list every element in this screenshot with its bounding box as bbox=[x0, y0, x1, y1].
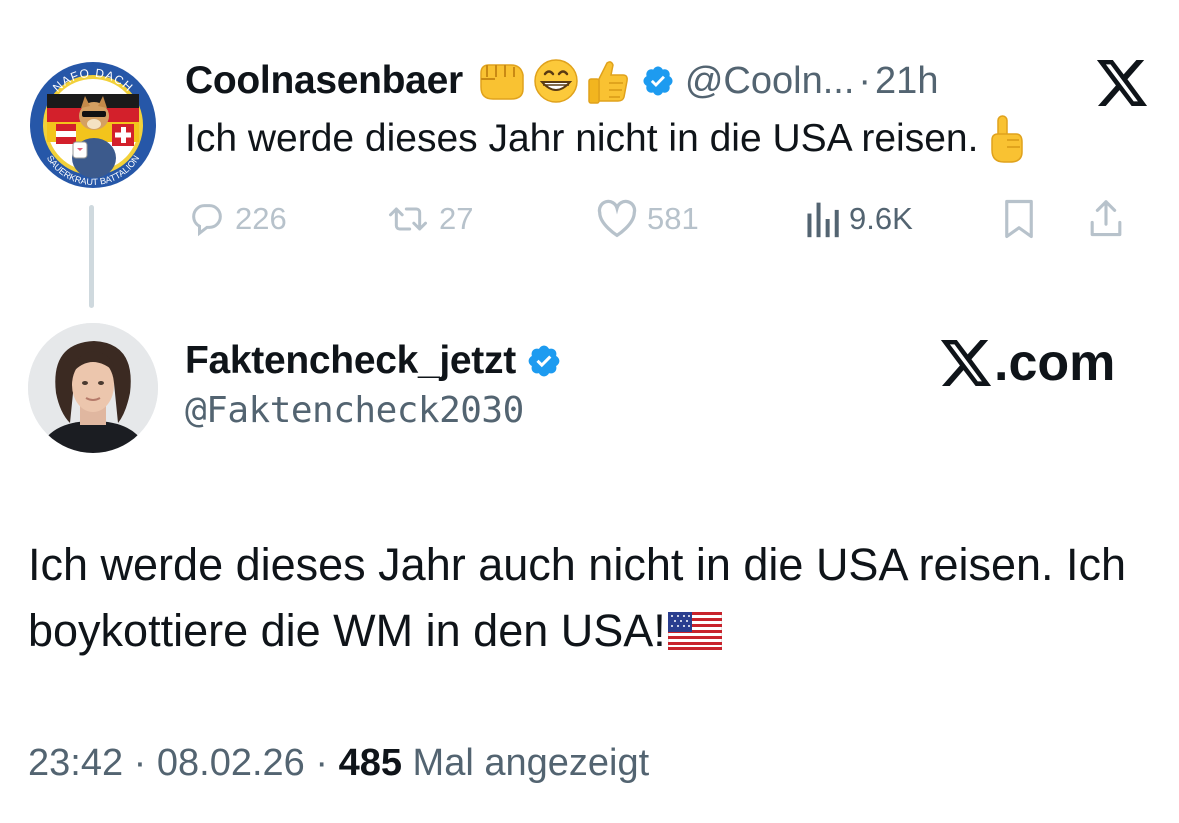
separator-dot: · bbox=[315, 742, 329, 784]
bookmark-button[interactable] bbox=[1001, 198, 1087, 240]
index-pointing-up-emoji bbox=[986, 114, 1024, 164]
thread-connector-line bbox=[89, 205, 94, 308]
x-com-watermark: .com bbox=[940, 334, 1115, 392]
reply-tweet-body: Ich werde dieses Jahr auch nicht in die … bbox=[28, 539, 1127, 656]
fist-emoji bbox=[475, 59, 527, 103]
reply-tweet-text: Ich werde dieses Jahr auch nicht in die … bbox=[28, 532, 1148, 668]
like-count: 581 bbox=[647, 201, 699, 236]
views-button[interactable]: 9.6K bbox=[803, 199, 1001, 239]
bookmark-icon bbox=[1005, 199, 1033, 239]
reply-icon bbox=[192, 204, 222, 237]
x-logo-icon bbox=[940, 340, 992, 386]
reply-header: Faktencheck_jetzt bbox=[185, 336, 562, 386]
parent-tweet-text: Ich werde dieses Jahr nicht in die USA r… bbox=[185, 114, 1024, 164]
verified-badge-icon[interactable] bbox=[526, 343, 562, 379]
reply-time[interactable]: 23:42 bbox=[28, 742, 123, 784]
reply-meta: 23:42 · 08.02.26 · 485 Mal angezeigt bbox=[28, 742, 649, 785]
us-flag-emoji bbox=[667, 602, 723, 668]
verified-badge-icon[interactable] bbox=[641, 64, 675, 98]
parent-tweet-body: Ich werde dieses Jahr nicht in die USA r… bbox=[185, 117, 979, 160]
parent-tweet-header: Coolnasenbaer @Cooln... · 21h bbox=[185, 58, 938, 104]
reply-handle[interactable]: @Faktencheck2030 bbox=[185, 390, 524, 431]
parent-display-name[interactable]: Coolnasenbaer bbox=[185, 59, 463, 103]
repost-count: 27 bbox=[439, 201, 474, 236]
reply-date[interactable]: 08.02.26 bbox=[157, 742, 305, 784]
bar-chart-icon bbox=[807, 202, 839, 238]
reply-count: 226 bbox=[235, 201, 287, 236]
x-logo-icon[interactable] bbox=[1096, 60, 1148, 106]
x-com-label: .com bbox=[994, 334, 1116, 392]
separator-dot: · bbox=[133, 742, 147, 784]
parent-action-bar: 226 27 581 9.6K bbox=[187, 194, 1147, 244]
like-button[interactable]: 581 bbox=[595, 199, 803, 239]
avatar-coolnasenbaer[interactable]: NAFO DACH SAUERKRAUT BATTALION bbox=[28, 60, 158, 190]
grinning-face-emoji bbox=[533, 58, 579, 104]
views-count: 9.6K bbox=[849, 201, 913, 236]
reply-display-name[interactable]: Faktencheck_jetzt bbox=[185, 339, 516, 383]
avatar-faktencheck[interactable] bbox=[28, 323, 158, 453]
parent-handle[interactable]: @Cooln... bbox=[685, 60, 855, 103]
repost-button[interactable]: 27 bbox=[385, 199, 595, 239]
parent-timestamp[interactable]: 21h bbox=[875, 60, 938, 103]
reply-views-count: 485 bbox=[338, 742, 402, 784]
reply-button[interactable]: 226 bbox=[187, 199, 385, 239]
reply-views-label: Mal angezeigt bbox=[412, 742, 650, 784]
repost-icon bbox=[389, 207, 427, 231]
thumbs-up-emoji bbox=[585, 57, 631, 105]
separator-dot: · bbox=[858, 59, 872, 102]
share-icon bbox=[1090, 200, 1122, 237]
share-button[interactable] bbox=[1087, 198, 1125, 240]
heart-icon bbox=[597, 199, 637, 238]
